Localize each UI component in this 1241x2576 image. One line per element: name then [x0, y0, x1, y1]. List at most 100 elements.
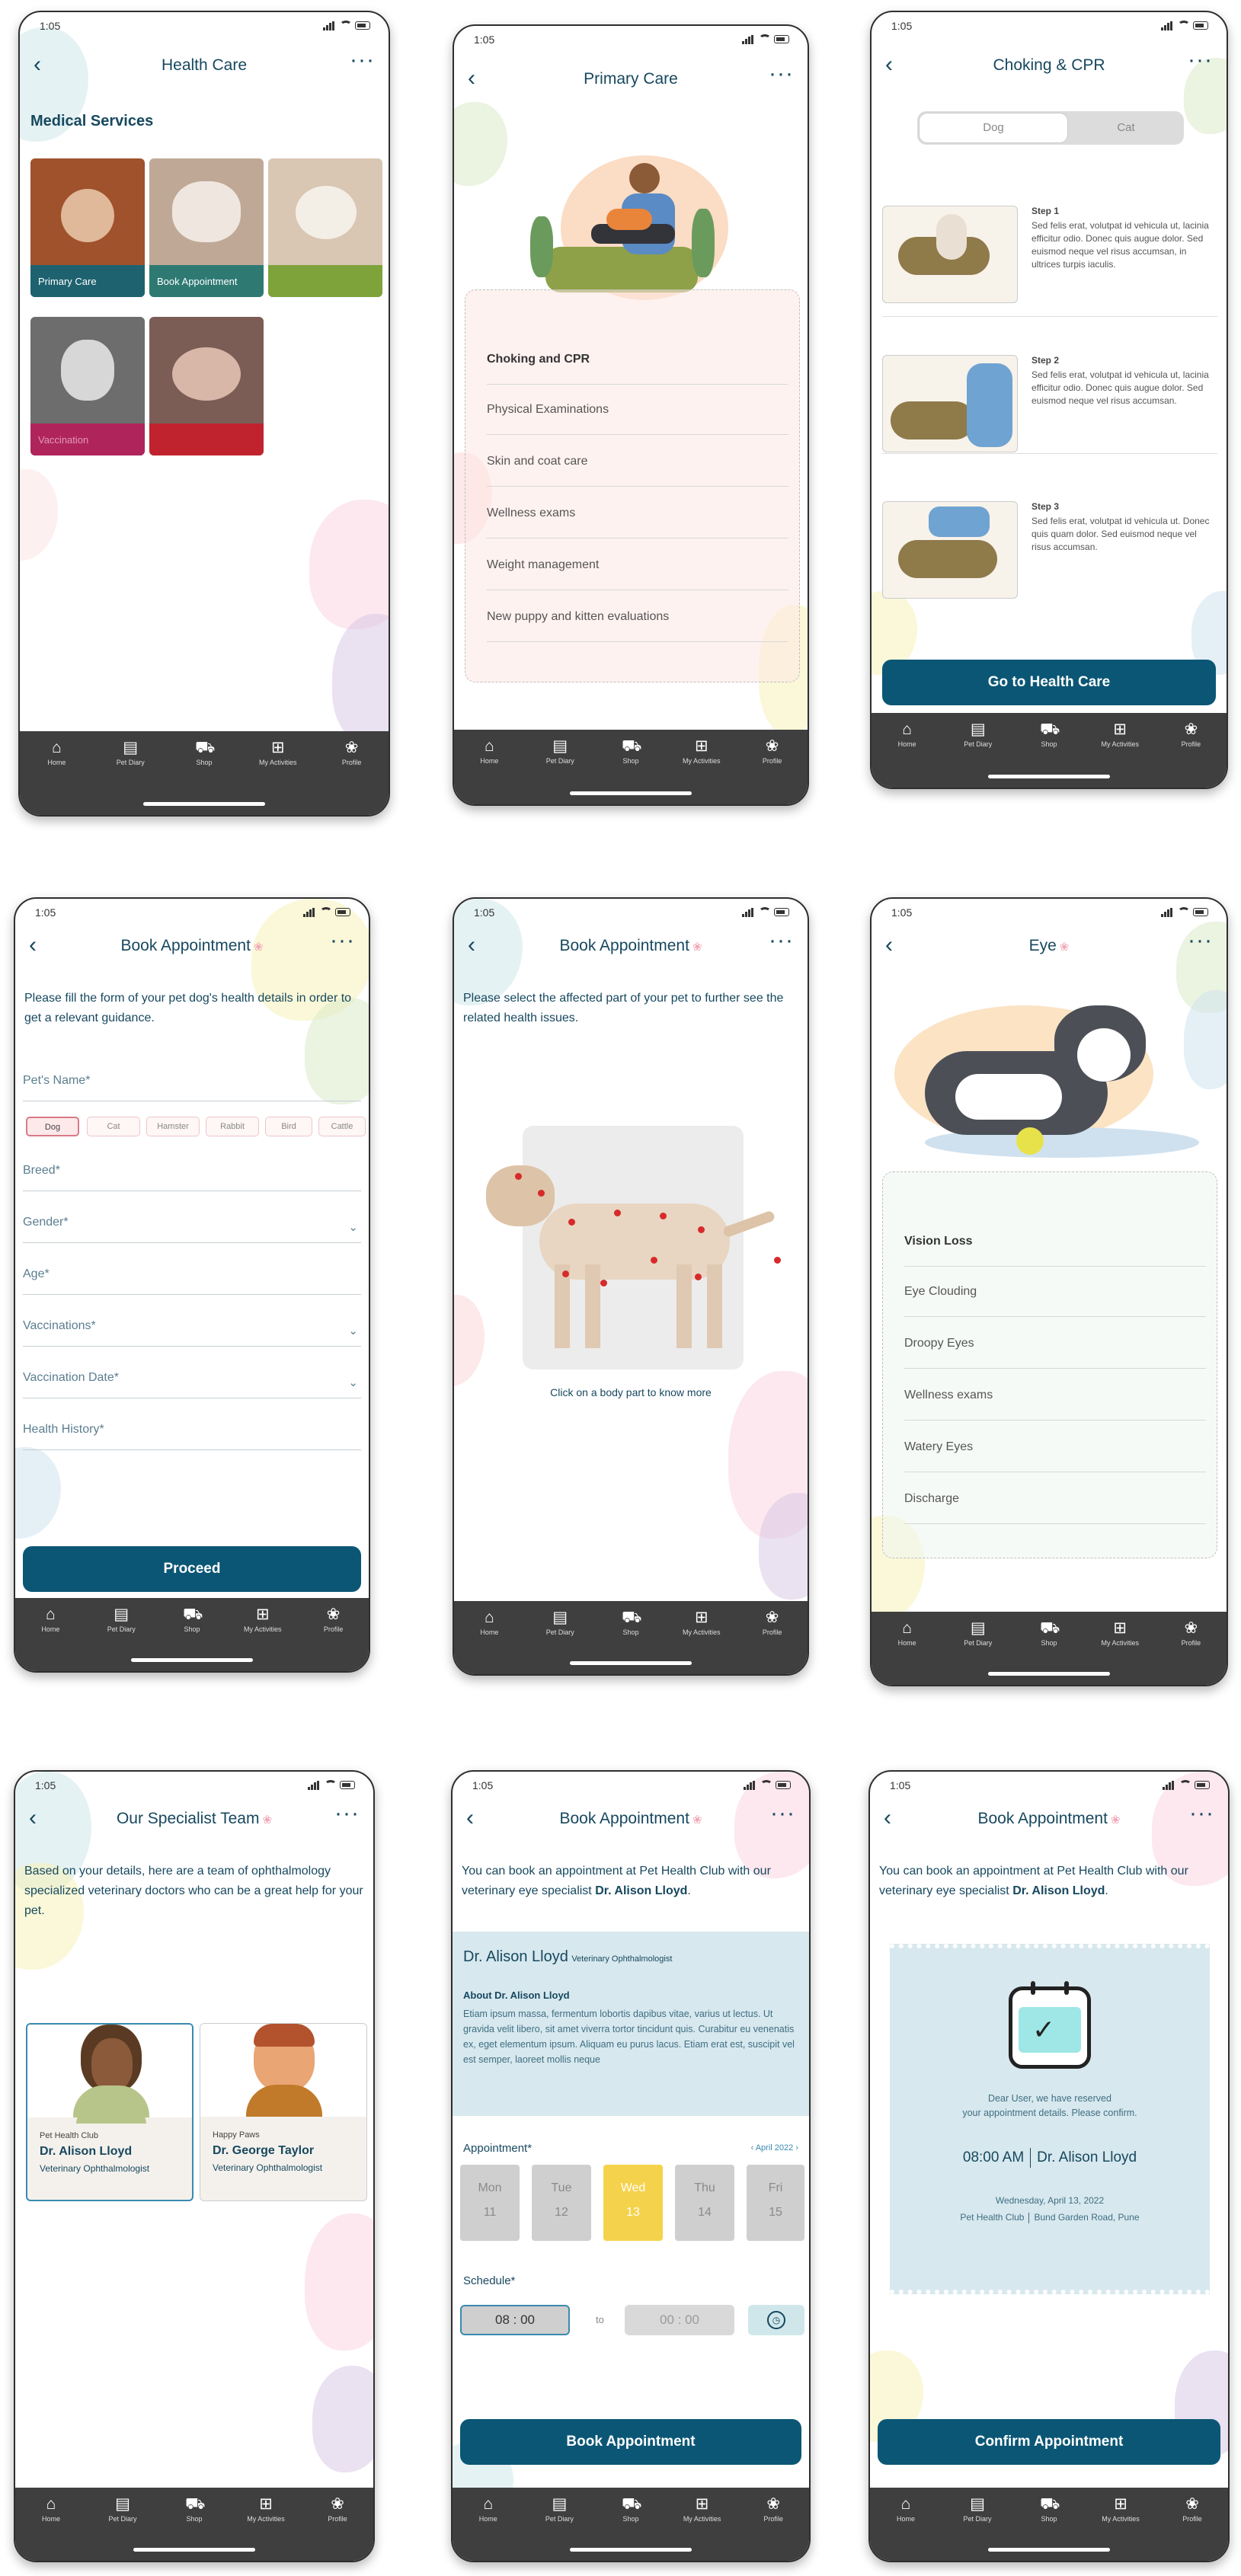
doctor-card[interactable]: Pet Health Club Dr. Alison Lloyd Veterin… [26, 2023, 194, 2201]
back-icon[interactable]: ‹ [468, 934, 475, 957]
list-item[interactable]: Eye Clouding [904, 1267, 1206, 1317]
list-item[interactable]: Droopy Eyes [904, 1318, 1206, 1369]
nav-my-activities[interactable]: ⊞ My Activities [666, 734, 737, 777]
nav-shop[interactable]: ⛟ Shop [596, 1606, 667, 1648]
nav-pet-diary[interactable]: ▤ Pet Diary [94, 736, 168, 778]
back-icon[interactable]: ‹ [29, 934, 37, 957]
nav-profile[interactable]: ❀ Profile [1156, 718, 1227, 760]
nav-pet-diary[interactable]: ▤ Pet Diary [525, 734, 596, 777]
nav-my-activities[interactable]: ⊞ My Activities [666, 1606, 737, 1648]
list-item[interactable]: Watery Eyes [904, 1422, 1206, 1472]
nav-home[interactable]: ⌂ Home [870, 2492, 942, 2535]
nav-shop[interactable]: ⛟ Shop [158, 2492, 230, 2535]
nav-my-activities[interactable]: ⊞ My Activities [1085, 1616, 1156, 1659]
day-wed[interactable]: Wed 13 [603, 2165, 663, 2241]
chevron-right-icon[interactable]: › [793, 2143, 798, 2153]
body-part-marker[interactable] [651, 1257, 657, 1264]
body-part-marker[interactable] [660, 1213, 667, 1219]
chip-rabbit[interactable]: Rabbit [206, 1117, 259, 1136]
nav-home[interactable]: ⌂ Home [454, 1606, 525, 1648]
nav-profile[interactable]: ❀ Profile [1156, 1616, 1227, 1659]
more-icon[interactable]: ··· [770, 1802, 795, 1825]
vaccination-date-select[interactable]: Vaccination Date* ⌄ [23, 1371, 361, 1398]
nav-my-activities[interactable]: ⊞ My Activities [241, 736, 315, 778]
chip-cattle[interactable]: Cattle [318, 1117, 366, 1136]
nav-pet-diary[interactable]: ▤ Pet Diary [87, 2492, 158, 2535]
tile-vaccination[interactable]: Vaccination [30, 317, 145, 455]
nav-pet-diary[interactable]: ▤ Pet Diary [942, 1616, 1013, 1659]
body-part-marker[interactable] [695, 1274, 702, 1280]
time-from-input[interactable]: 08 : 00 [460, 2305, 570, 2335]
body-part-marker[interactable] [538, 1190, 545, 1197]
pet-name-field[interactable]: Pet's Name* [23, 1074, 361, 1101]
proceed-button[interactable]: Proceed [23, 1546, 361, 1592]
nav-home[interactable]: ⌂ Home [15, 1603, 86, 1645]
nav-shop[interactable]: ⛟ Shop [595, 2492, 667, 2535]
back-icon[interactable]: ‹ [29, 1807, 37, 1830]
day-thu[interactable]: Thu 14 [675, 2165, 734, 2241]
nav-pet-diary[interactable]: ▤ Pet Diary [86, 1603, 157, 1645]
nav-profile[interactable]: ❀ Profile [1156, 2492, 1228, 2535]
nav-profile[interactable]: ❀ Profile [737, 1606, 808, 1648]
list-item[interactable]: Choking and CPR [487, 334, 788, 385]
tile-fifth[interactable] [149, 317, 264, 455]
body-part-marker[interactable] [562, 1270, 569, 1277]
body-part-marker[interactable] [614, 1210, 621, 1216]
body-part-marker[interactable] [774, 1257, 781, 1264]
go-to-health-care-button[interactable]: Go to Health Care [882, 660, 1216, 705]
nav-shop[interactable]: ⛟ Shop [1013, 2492, 1085, 2535]
more-icon[interactable]: ··· [1189, 1802, 1214, 1825]
list-item[interactable]: Wellness exams [487, 488, 788, 539]
nav-shop[interactable]: ⛟ Shop [168, 736, 241, 778]
nav-pet-diary[interactable]: ▤ Pet Diary [942, 2492, 1013, 2535]
breed-field[interactable]: Breed* [23, 1164, 361, 1191]
nav-pet-diary[interactable]: ▤ Pet Diary [524, 2492, 596, 2535]
chip-cat[interactable]: Cat [87, 1117, 140, 1136]
more-icon[interactable]: ··· [1188, 929, 1213, 952]
day-fri[interactable]: Fri 15 [747, 2165, 804, 2241]
body-part-marker[interactable] [515, 1173, 522, 1180]
confirm-appointment-button[interactable]: Confirm Appointment [878, 2419, 1220, 2465]
nav-my-activities[interactable]: ⊞ My Activities [1085, 718, 1156, 760]
nav-my-activities[interactable]: ⊞ My Activities [230, 2492, 302, 2535]
gender-select[interactable]: Gender* ⌄ [23, 1216, 361, 1243]
nav-pet-diary[interactable]: ▤ Pet Diary [525, 1606, 596, 1648]
nav-profile[interactable]: ❀ Profile [737, 734, 808, 777]
body-part-marker[interactable] [568, 1219, 575, 1226]
chip-dog[interactable]: Dog [26, 1117, 79, 1136]
list-item[interactable]: New puppy and kitten evaluations [487, 592, 788, 642]
toggle-dog[interactable]: Dog [919, 113, 1068, 143]
back-icon[interactable]: ‹ [466, 1807, 474, 1830]
back-icon[interactable]: ‹ [885, 53, 893, 76]
back-icon[interactable]: ‹ [468, 67, 475, 90]
vaccinations-select[interactable]: Vaccinations* ⌄ [23, 1319, 361, 1347]
time-to-input[interactable]: 00 : 00 [625, 2305, 734, 2335]
list-item[interactable]: Skin and coat care [487, 436, 788, 487]
age-field[interactable]: Age* [23, 1267, 361, 1295]
more-icon[interactable]: ··· [769, 62, 794, 85]
back-icon[interactable]: ‹ [34, 53, 41, 76]
nav-my-activities[interactable]: ⊞ My Activities [1085, 2492, 1156, 2535]
nav-home[interactable]: ⌂ Home [15, 2492, 87, 2535]
back-icon[interactable]: ‹ [884, 1807, 891, 1830]
more-icon[interactable]: ··· [769, 929, 794, 952]
list-item[interactable]: Discharge [904, 1474, 1206, 1524]
more-icon[interactable]: ··· [334, 1802, 360, 1825]
tile-third[interactable] [268, 158, 382, 297]
nav-profile[interactable]: ❀ Profile [298, 1603, 369, 1645]
nav-home[interactable]: ⌂ Home [453, 2492, 524, 2535]
tile-primary-care[interactable]: Primary Care [30, 158, 145, 297]
nav-profile[interactable]: ❀ Profile [302, 2492, 373, 2535]
month-switcher[interactable]: ‹ April 2022 › [751, 2143, 798, 2153]
list-item[interactable]: Wellness exams [904, 1370, 1206, 1421]
more-icon[interactable]: ··· [350, 49, 375, 72]
list-item[interactable]: Weight management [487, 540, 788, 590]
nav-home[interactable]: ⌂ Home [454, 734, 525, 777]
nav-shop[interactable]: ⛟ Shop [157, 1603, 228, 1645]
nav-shop[interactable]: ⛟ Shop [1013, 718, 1084, 760]
health-history-field[interactable]: Health History* [23, 1423, 361, 1450]
tile-book-appointment[interactable]: Book Appointment [149, 158, 264, 297]
nav-profile[interactable]: ❀ Profile [315, 736, 389, 778]
nav-home[interactable]: ⌂ Home [20, 736, 94, 778]
nav-pet-diary[interactable]: ▤ Pet Diary [942, 718, 1013, 760]
